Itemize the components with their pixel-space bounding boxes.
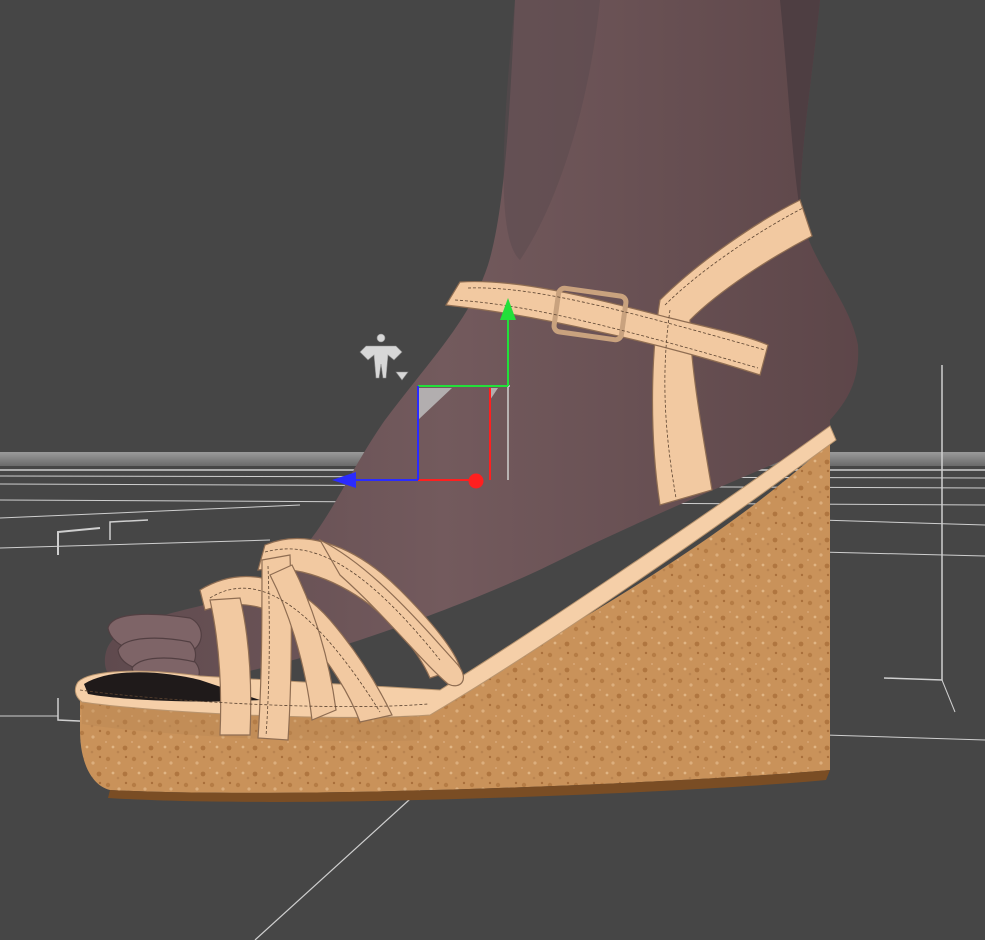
viewport-canvas[interactable]	[0, 0, 985, 940]
3d-viewport[interactable]	[0, 0, 985, 940]
